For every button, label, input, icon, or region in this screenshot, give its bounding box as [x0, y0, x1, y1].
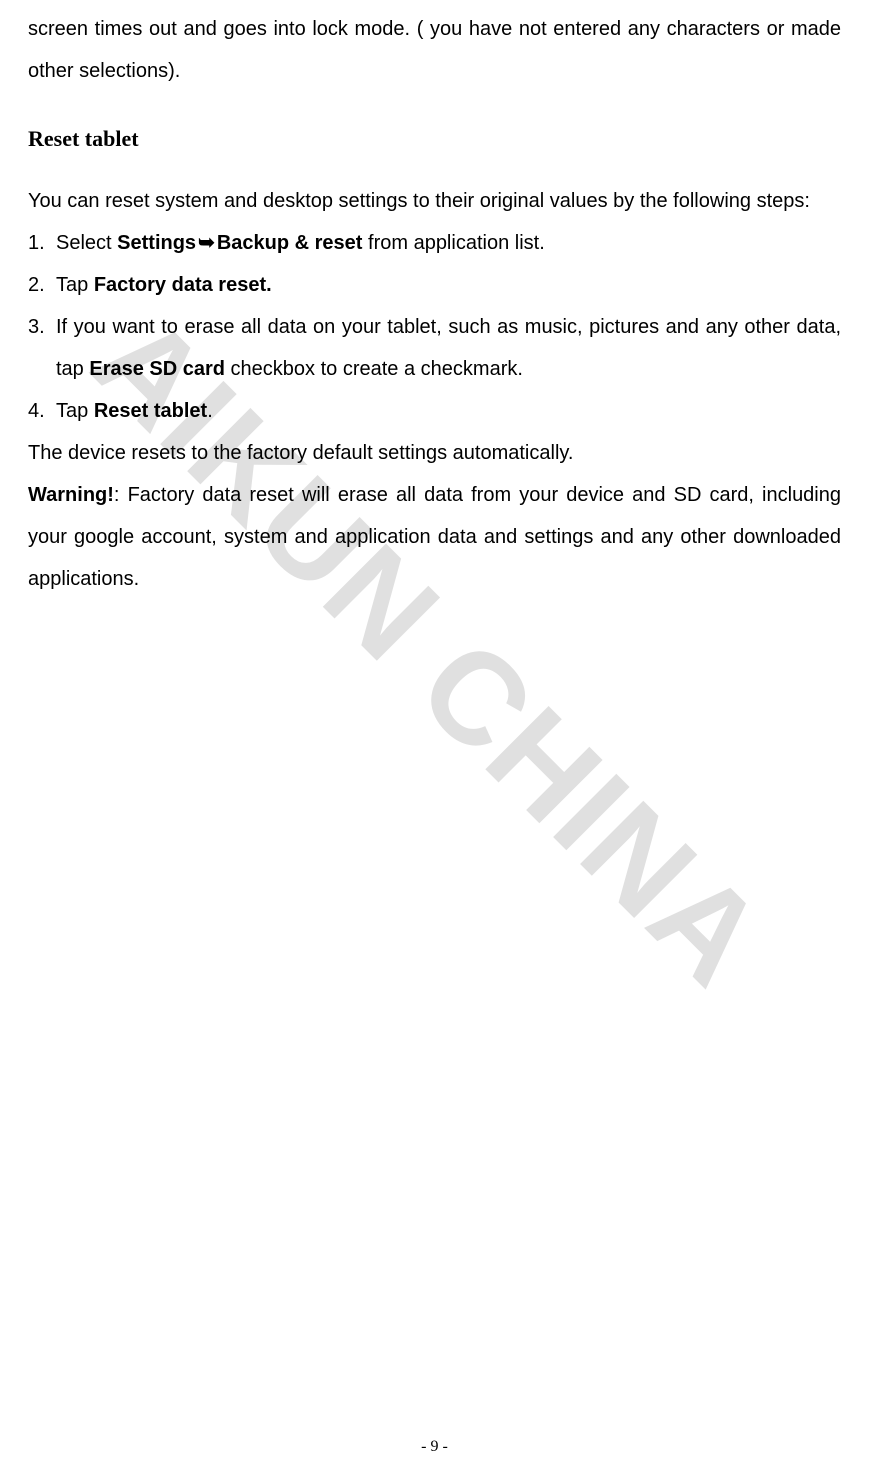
step-bold-2: Backup & reset — [217, 232, 363, 254]
page-content: screen times out and goes into lock mode… — [28, 8, 841, 600]
step-text-post: checkbox to create a checkmark. — [225, 358, 523, 380]
arrow-icon: ➥ — [196, 222, 217, 264]
step-bold: Erase SD card — [89, 358, 225, 380]
warning-label: Warning! — [28, 484, 114, 506]
step-4: Tap Reset tablet. — [28, 390, 841, 432]
step-text-post: . — [207, 400, 213, 422]
step-1: Select Settings➥Backup & reset from appl… — [28, 222, 841, 264]
step-bold: Settings — [117, 232, 196, 254]
step-2: Tap Factory data reset. — [28, 264, 841, 306]
intro-paragraph: You can reset system and desktop setting… — [28, 180, 841, 222]
step-bold: Reset tablet — [94, 400, 207, 422]
top-fragment: screen times out and goes into lock mode… — [28, 8, 841, 92]
step-text: Select — [56, 232, 117, 254]
page-number: - 9 - — [0, 1438, 869, 1456]
warning-paragraph: Warning!: Factory data reset will erase … — [28, 474, 841, 600]
after-steps-paragraph: The device resets to the factory default… — [28, 432, 841, 474]
step-text: Tap — [56, 400, 94, 422]
warning-text: : Factory data reset will erase all data… — [28, 484, 841, 590]
section-heading-reset-tablet: Reset tablet — [28, 126, 841, 152]
step-text: Tap — [56, 274, 94, 296]
step-text-post: from application list. — [362, 232, 544, 254]
step-bold: Factory data reset. — [94, 274, 272, 296]
step-3: If you want to erase all data on your ta… — [28, 306, 841, 390]
steps-list: Select Settings➥Backup & reset from appl… — [28, 222, 841, 432]
